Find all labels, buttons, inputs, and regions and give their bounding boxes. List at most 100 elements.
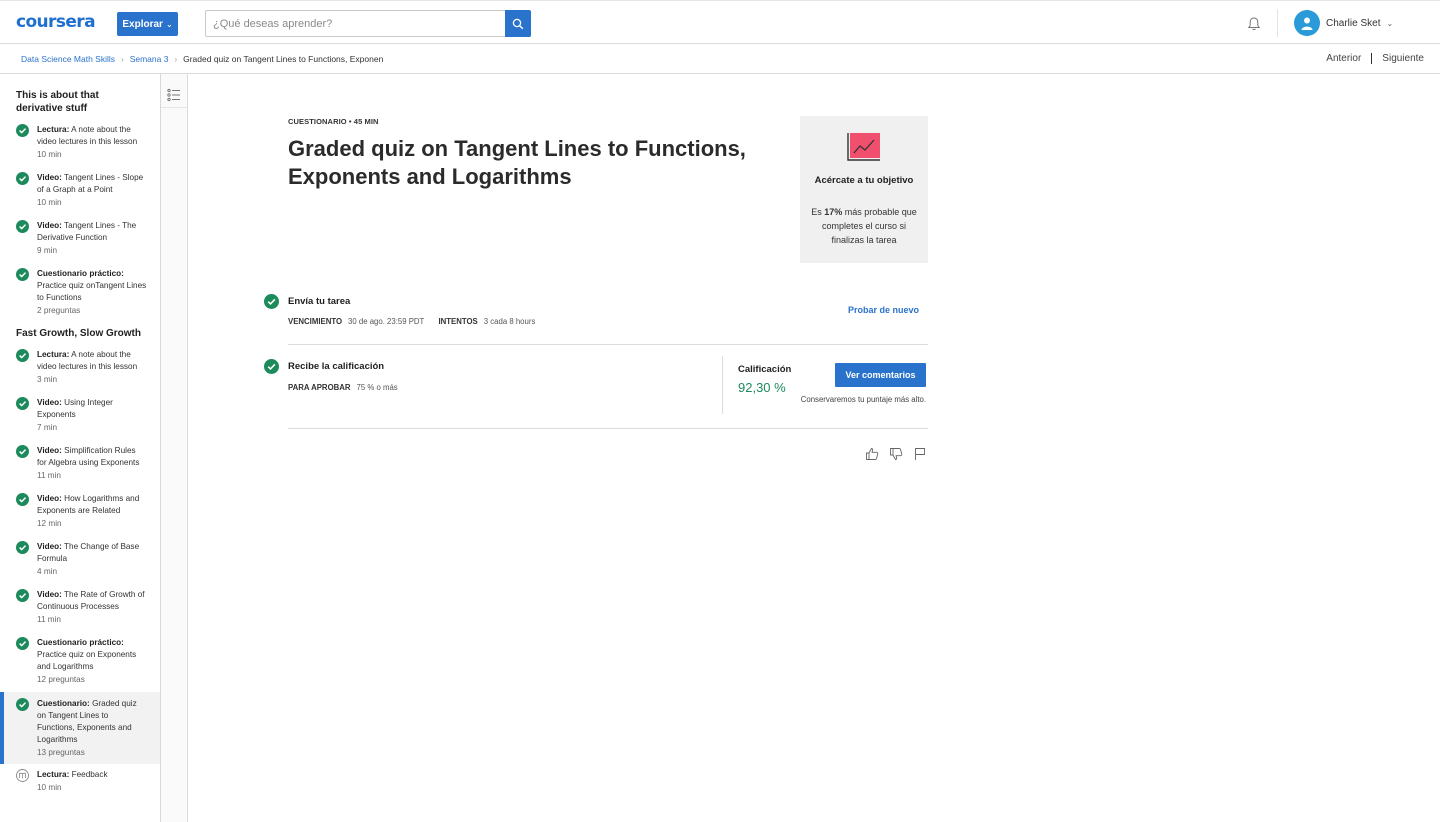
completed-check-icon — [264, 359, 279, 374]
chevron-down-icon: ⌄ — [165, 19, 173, 29]
divider — [288, 344, 928, 345]
explore-button[interactable]: Explorar ⌄ — [117, 12, 178, 36]
completed-check-icon — [16, 493, 29, 506]
sidebar-item-text: Video: The Rate of Growth of Continuous … — [37, 589, 147, 626]
due-label: VENCIMIENTO — [288, 317, 343, 326]
sidebar-item-active[interactable]: Cuestionario: Graded quiz on Tangent Lin… — [0, 692, 160, 764]
grade-value: 92,30 % — [738, 380, 786, 395]
item-type: Cuestionario práctico: — [37, 638, 124, 647]
item-type: Cuestionario: — [37, 699, 90, 708]
search-input[interactable] — [206, 11, 506, 36]
item-name: Feedback — [71, 770, 108, 779]
item-type: Lectura: — [37, 350, 70, 359]
item-name: Practice quiz onTangent Lines to Functio… — [37, 281, 147, 302]
item-type-duration: CUESTIONARIO • 45 MIN — [288, 117, 379, 126]
user-icon — [1301, 17, 1313, 30]
sidebar-item-text: Cuestionario práctico: Practice quiz onT… — [37, 268, 147, 317]
section-title: Fast Growth, Slow Growth — [16, 328, 141, 339]
coursera-logo[interactable]: coursera — [16, 12, 96, 32]
completed-check-icon — [16, 220, 29, 233]
breadcrumb-week[interactable]: Semana 3 — [130, 54, 169, 64]
item-type: Lectura: — [37, 125, 70, 134]
search-icon — [512, 18, 524, 29]
header-divider — [1277, 9, 1278, 37]
page-title: Graded quiz on Tangent Lines to Function… — [288, 136, 746, 189]
item-type: Video: — [37, 494, 62, 503]
item-duration: 10 min — [37, 150, 62, 159]
sidebar-item-text: Video: Tangent Lines - The Derivative Fu… — [37, 220, 147, 257]
item-type: Video: — [37, 542, 62, 551]
previous-link[interactable]: Anterior — [1326, 53, 1361, 64]
chevron-down-icon: ⌄ — [1386, 18, 1394, 28]
goal-percentage: 17% — [824, 207, 843, 217]
sidebar-item-text: Video: The Change of Base Formula 4 min — [37, 541, 147, 578]
retry-link[interactable]: Probar de nuevo — [848, 305, 919, 315]
goal-title: Acércate a tu objetivo — [814, 175, 914, 186]
search-button[interactable] — [505, 10, 531, 37]
sidebar-item[interactable]: Lectura: Feedback 10 min — [0, 769, 160, 809]
completed-check-icon — [16, 445, 29, 458]
breadcrumb-current: Graded quiz on Tangent Lines to Function… — [183, 54, 384, 64]
toggle-outline-button[interactable] — [161, 82, 187, 108]
top-navbar: coursera Explorar ⌄ Charlie Sket ⌄ — [0, 0, 1440, 44]
item-type: Video: — [37, 221, 62, 230]
completed-check-icon — [16, 698, 29, 711]
sidebar-item[interactable]: Video: Tangent Lines - The Derivative Fu… — [0, 220, 160, 260]
course-outline-sidebar: This is about that derivative stuff Lect… — [0, 74, 161, 822]
sidebar-item-text: Video: Simplification Rules for Algebra … — [37, 445, 147, 482]
next-link[interactable]: Siguiente — [1382, 53, 1424, 64]
completed-check-icon — [16, 268, 29, 281]
sidebar-item[interactable]: Video: How Logarithms and Exponents are … — [0, 493, 160, 533]
item-duration: 12 preguntas — [37, 675, 85, 684]
breadcrumb-course[interactable]: Data Science Math Skills — [21, 54, 115, 64]
sidebar-item[interactable]: Video: The Change of Base Formula 4 min — [0, 541, 160, 581]
completed-check-icon — [16, 589, 29, 602]
item-duration: 10 min — [37, 198, 62, 207]
sidebar-item[interactable]: Lectura: A note about the video lectures… — [0, 349, 160, 389]
explore-label: Explorar — [122, 18, 163, 30]
sidebar-item[interactable]: Lectura: A note about the video lectures… — [0, 124, 160, 164]
submit-meta: VENCIMIENTO 30 de ago. 23:59 PDT INTENTOS… — [288, 317, 547, 326]
vertical-divider — [722, 356, 723, 414]
completed-check-icon — [16, 397, 29, 410]
sidebar-item[interactable]: Cuestionario práctico: Practice quiz onT… — [0, 268, 160, 320]
divider — [288, 428, 928, 429]
sidebar-item-text: Video: How Logarithms and Exponents are … — [37, 493, 147, 530]
avatar — [1294, 10, 1320, 36]
item-type: Video: — [37, 446, 62, 455]
item-duration: 11 min — [37, 471, 61, 480]
view-feedback-button[interactable]: Ver comentarios — [835, 363, 926, 387]
section-title: This is about that derivative stuff — [16, 90, 99, 114]
sidebar-item-text: Lectura: A note about the video lectures… — [37, 124, 147, 161]
item-duration: 2 preguntas — [37, 306, 81, 315]
sidebar-collapse-strip — [161, 74, 188, 822]
sidebar-item-text: Lectura: A note about the video lectures… — [37, 349, 147, 386]
user-menu[interactable]: Charlie Sket ⌄ — [1294, 9, 1393, 37]
sidebar-item[interactable]: Video: Simplification Rules for Algebra … — [0, 445, 160, 485]
attempts-value: 3 cada 8 hours — [483, 317, 536, 326]
flag-icon[interactable] — [913, 447, 927, 461]
sidebar-item-text: Cuestionario: Graded quiz on Tangent Lin… — [37, 698, 147, 759]
thumbs-up-icon[interactable] — [865, 447, 879, 461]
grade-step-title: Recibe la calificación — [288, 361, 385, 372]
sidebar-item[interactable]: Cuestionario práctico: Practice quiz on … — [0, 637, 160, 689]
due-value: 30 de ago. 23:59 PDT — [348, 317, 425, 326]
chevron-right-icon: › — [174, 54, 178, 64]
thumbs-down-icon[interactable] — [889, 447, 903, 461]
sidebar-item[interactable]: Video: The Rate of Growth of Continuous … — [0, 589, 160, 629]
completed-check-icon — [16, 124, 29, 137]
sidebar-item[interactable]: Video: Using Integer Exponents 7 min — [0, 397, 160, 437]
list-icon — [167, 88, 180, 101]
search-box — [205, 10, 531, 37]
sidebar-item[interactable]: Video: Tangent Lines - Slope of a Graph … — [0, 172, 160, 212]
reading-icon — [16, 769, 29, 782]
notifications-bell-icon[interactable] — [1246, 16, 1262, 32]
item-type: Video: — [37, 398, 62, 407]
item-duration: 12 min — [37, 519, 62, 528]
item-duration: 3 min — [37, 375, 58, 384]
chevron-right-icon: › — [121, 54, 124, 64]
user-name: Charlie Sket — [1326, 17, 1381, 29]
goal-desc-prefix: Es — [811, 207, 825, 217]
completed-check-icon — [16, 349, 29, 362]
completed-check-icon — [16, 541, 29, 554]
